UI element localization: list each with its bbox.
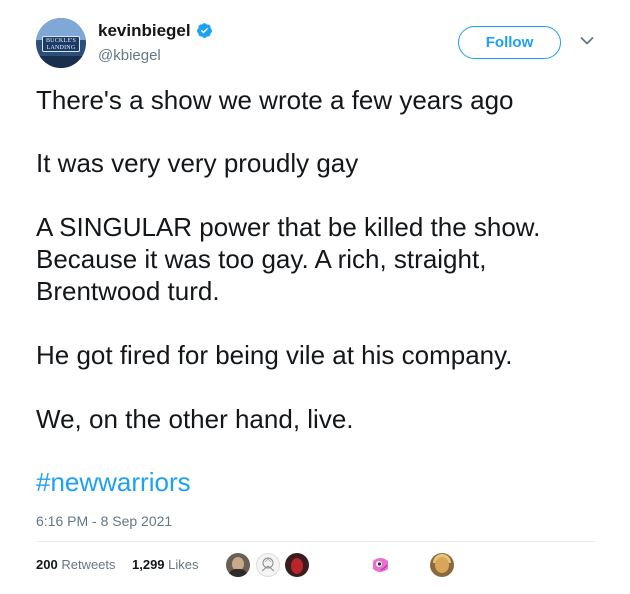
- avatar[interactable]: BUCKLE'S LANDING: [36, 18, 86, 68]
- liker-avatar[interactable]: [368, 553, 392, 577]
- likes-count: 1,299: [132, 557, 165, 572]
- tweet-card: BUCKLE'S LANDING kevinbiegel @kbiegel Fo…: [0, 0, 630, 594]
- retweets-count: 200: [36, 557, 58, 572]
- tweet-line-2: It was very very proudly gay: [36, 148, 359, 178]
- avatar-sign-line2: LANDING: [46, 45, 76, 51]
- hashtag-link[interactable]: #newwarriors: [36, 466, 191, 498]
- tweet-line-5: Brentwood turd.: [36, 276, 220, 306]
- liker-avatar[interactable]: [256, 553, 280, 577]
- tweet-line-3: A SINGULAR power that be killed the show…: [36, 212, 541, 242]
- tweet-line-4: Because it was too gay. A rich, straight…: [36, 244, 487, 274]
- liker-avatar[interactable]: [226, 553, 250, 577]
- liker-character-icon: [373, 558, 388, 572]
- liker-logo-icon: [261, 557, 275, 572]
- avatar-ground: [36, 56, 86, 68]
- tweet-line-6: He got fired for being vile at his compa…: [36, 340, 513, 370]
- display-name[interactable]: kevinbiegel: [98, 21, 191, 41]
- likes-label: Likes: [168, 557, 199, 572]
- tweet-line-1: There's a show we wrote a few years ago: [36, 85, 514, 115]
- avatar-sign: BUCKLE'S LANDING: [42, 36, 80, 52]
- tweet-line-7: We, on the other hand, live.: [36, 404, 354, 434]
- divider: [36, 541, 596, 542]
- follow-button[interactable]: Follow: [458, 26, 561, 59]
- user-handle[interactable]: @kbiegel: [98, 47, 161, 64]
- verified-badge-icon: [197, 23, 212, 38]
- chevron-down-icon[interactable]: [580, 36, 594, 46]
- retweets-stat[interactable]: 200 Retweets: [36, 557, 116, 572]
- retweets-label: Retweets: [61, 557, 116, 572]
- likes-stat[interactable]: 1,299 Likes: [132, 557, 199, 572]
- liker-avatar[interactable]: [285, 553, 309, 577]
- liker-avatar[interactable]: [430, 553, 454, 577]
- timestamp[interactable]: 6:16 PM - 8 Sep 2021: [36, 513, 172, 529]
- avatar-sign-line1: BUCKLE'S: [45, 38, 77, 44]
